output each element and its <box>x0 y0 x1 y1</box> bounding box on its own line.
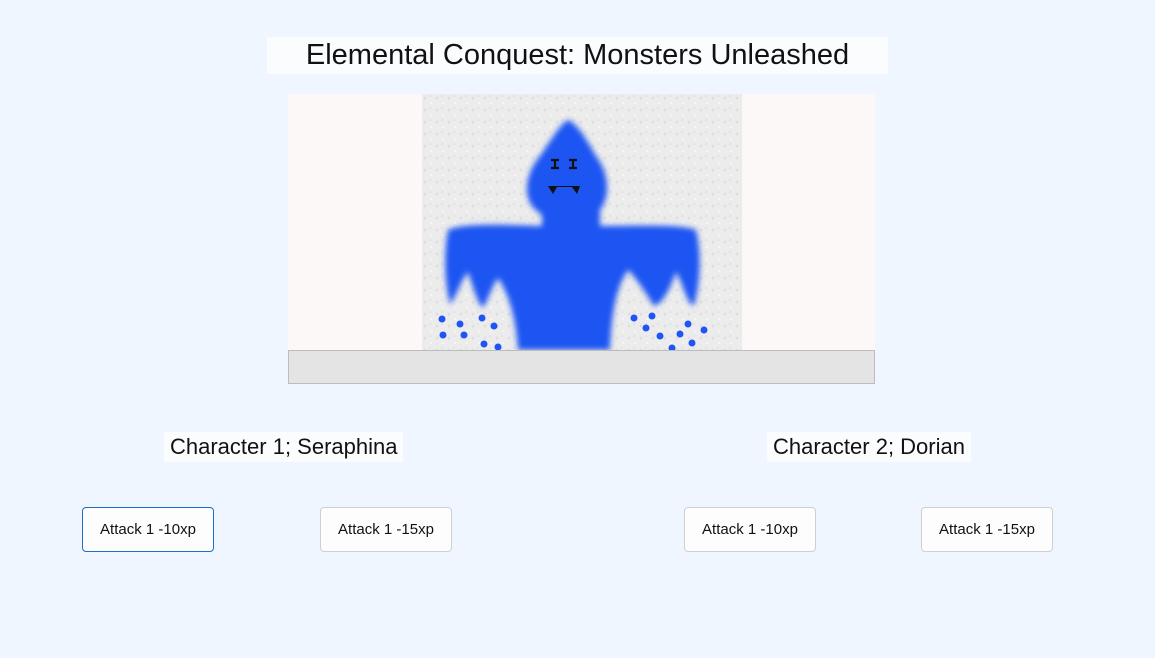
character-1-label: Character 1; Seraphina <box>164 432 404 462</box>
character-2-label: Character 2; Dorian <box>767 432 971 462</box>
character-1-attack-10xp-button[interactable]: Attack 1 -10xp <box>82 507 214 552</box>
game-title: Elemental Conquest: Monsters Unleashed <box>267 37 888 74</box>
character-1-attack-15xp-button[interactable]: Attack 1 -15xp <box>320 507 452 552</box>
blue-water-monster-icon <box>422 94 742 350</box>
character-2-attack-15xp-button[interactable]: Attack 1 -15xp <box>921 507 1053 552</box>
monster-picture-box <box>288 94 875 350</box>
health-progress-bar <box>288 350 875 384</box>
character-2-attack-10xp-button[interactable]: Attack 1 -10xp <box>684 507 816 552</box>
